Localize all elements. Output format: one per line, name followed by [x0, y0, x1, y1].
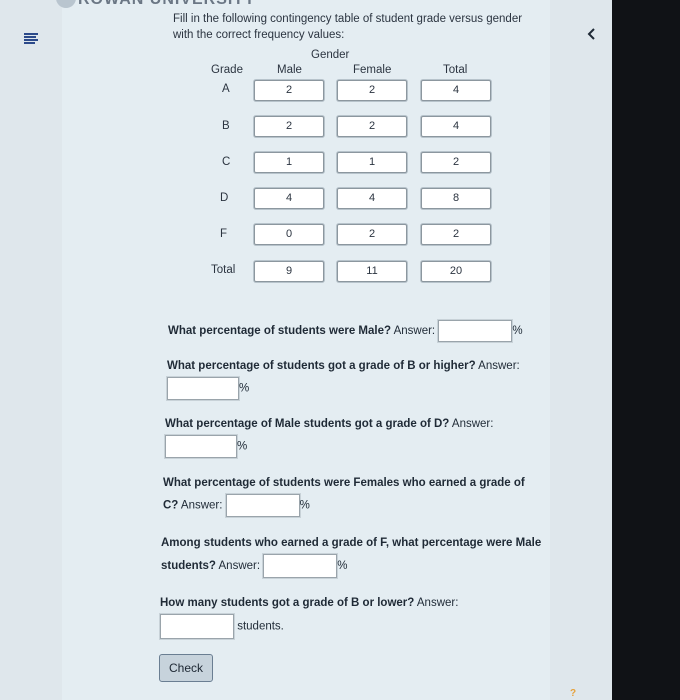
question-5-suffix: % [337, 560, 348, 573]
female-column-header: Female [353, 64, 392, 76]
cell-f-female[interactable]: 2 [337, 224, 407, 245]
question-6-suffix: students. [237, 620, 284, 633]
answer-input-male-percent[interactable] [438, 320, 513, 342]
row-label-c: C [222, 156, 231, 168]
cell-total-male[interactable]: 9 [254, 261, 324, 282]
cell-d-total[interactable]: 8 [421, 188, 491, 209]
cell-f-male[interactable]: 0 [254, 224, 324, 245]
left-sidebar [0, 0, 62, 700]
check-button[interactable]: Check [159, 654, 213, 682]
cell-b-female[interactable]: 2 [337, 116, 407, 137]
device-bezel [612, 0, 680, 700]
cell-b-total[interactable]: 4 [421, 116, 491, 137]
chevron-left-icon[interactable] [585, 27, 599, 41]
question-4: What percentage of students were Females… [163, 473, 539, 517]
question-3-text: What percentage of Male students got a g… [165, 418, 450, 430]
question-1: What percentage of students were Male? A… [168, 320, 548, 342]
right-sidebar [550, 0, 612, 700]
row-label-d: D [220, 192, 229, 204]
row-label-total: Total [211, 264, 236, 276]
cell-a-female[interactable]: 2 [337, 80, 407, 101]
question-3-prompt: Answer: [451, 418, 494, 430]
question-2-prompt: Answer: [478, 360, 520, 372]
answer-input-f-male-percent[interactable] [263, 554, 338, 578]
menu-icon[interactable] [24, 33, 38, 44]
cell-c-female[interactable]: 1 [337, 152, 407, 173]
question-1-suffix: % [512, 325, 523, 338]
total-column-header: Total [443, 64, 468, 76]
cell-b-male[interactable]: 2 [254, 116, 324, 137]
answer-input-b-or-lower-count[interactable] [160, 614, 234, 639]
answer-input-male-d-percent[interactable] [165, 435, 237, 458]
answer-input-b-or-higher-percent[interactable] [167, 377, 239, 400]
question-3: What percentage of Male students got a g… [165, 414, 545, 458]
cell-a-total[interactable]: 4 [421, 80, 491, 101]
row-label-a: A [222, 83, 230, 95]
question-5: Among students who earned a grade of F, … [161, 533, 543, 578]
question-2: What percentage of students got a grade … [167, 356, 547, 400]
question-6-prompt: Answer: [416, 597, 459, 609]
brand-header: ROWAN UNIVERSITY [78, 0, 256, 9]
bezel-mark: ? [570, 688, 577, 699]
cell-c-total[interactable]: 2 [421, 152, 491, 173]
question-2-text: What percentage of students got a grade … [167, 360, 476, 372]
answer-input-female-c-percent[interactable] [225, 494, 300, 517]
question-4-prompt: Answer: [180, 499, 223, 512]
instruction-text: Fill in the following contingency table … [173, 13, 523, 41]
cell-d-female[interactable]: 4 [337, 188, 407, 209]
cell-f-total[interactable]: 2 [421, 224, 491, 245]
question-6-text: How many students got a grade of B or lo… [160, 597, 415, 609]
grade-column-header: Grade [211, 64, 243, 76]
question-1-prompt: Answer: [393, 325, 436, 338]
cell-c-male[interactable]: 1 [254, 152, 324, 173]
row-label-b: B [222, 120, 230, 132]
question-3-suffix: % [237, 440, 248, 453]
cell-total-total[interactable]: 20 [421, 261, 491, 282]
cell-d-male[interactable]: 4 [254, 188, 324, 209]
question-1-text: What percentage of students were Male? [168, 325, 392, 338]
cell-total-female[interactable]: 11 [337, 261, 407, 282]
question-5-prompt: Answer: [218, 560, 261, 573]
question-6: How many students got a grade of B or lo… [160, 593, 540, 639]
question-4-suffix: % [299, 499, 310, 512]
male-column-header: Male [277, 64, 302, 76]
row-label-f: F [220, 228, 228, 240]
question-2-suffix: % [239, 382, 250, 395]
gender-group-label: Gender [311, 49, 350, 61]
cell-a-male[interactable]: 2 [254, 80, 324, 101]
